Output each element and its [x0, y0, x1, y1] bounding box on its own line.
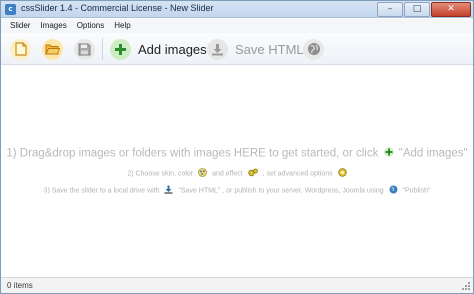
save-html-button[interactable]: Save HTML	[207, 37, 304, 61]
menu-help[interactable]: Help	[109, 19, 135, 33]
step-2-text-b: and effect	[212, 170, 243, 178]
app-window: c cssSlider 1.4 - Commercial License - N…	[0, 0, 474, 294]
gears-icon	[247, 168, 258, 179]
title-bar[interactable]: c cssSlider 1.4 - Commercial License - N…	[1, 1, 473, 18]
status-bar: 0 items	[1, 277, 473, 293]
settings-gear-icon	[337, 168, 347, 179]
add-images-label: Add images	[138, 41, 207, 57]
open-folder-icon	[42, 38, 63, 60]
instruction-step-1: 1) Drag&drop images or folders with imag…	[1, 147, 473, 160]
step-1-text: 1) Drag&drop images or folders with imag…	[6, 147, 379, 160]
maximize-button[interactable]: □	[404, 2, 430, 17]
app-logo-icon: c	[5, 4, 16, 15]
step-3-text-a: 3) Save the slider to a local drive with	[43, 187, 160, 195]
window-controls: – □ ✕	[376, 2, 471, 17]
step-1-add-images-link[interactable]: "Add images"	[399, 148, 468, 160]
resize-grip-icon[interactable]	[461, 281, 471, 291]
save-html-label: Save HTML	[235, 41, 304, 57]
step-2-text-a: 2) Choose skin, color	[127, 170, 194, 178]
menu-options[interactable]: Options	[72, 19, 110, 33]
items-count: 0 items	[7, 281, 33, 290]
step-2-text-c: , set advanced options	[262, 170, 333, 178]
save-slider-button[interactable]	[74, 37, 95, 61]
new-document-icon	[10, 38, 31, 60]
menu-slider[interactable]: Slider	[5, 19, 35, 33]
minimize-button[interactable]: –	[377, 2, 403, 17]
menu-bar: Slider Images Options Help	[1, 19, 473, 33]
close-button[interactable]: ✕	[431, 2, 471, 17]
add-images-button[interactable]: Add images	[110, 37, 207, 61]
toolbar-separator	[102, 38, 103, 60]
step-3-publish-link[interactable]: "Publish"	[403, 187, 431, 194]
plus-icon	[383, 147, 394, 160]
instruction-step-2: 2) Choose skin, color and effect , set a…	[1, 168, 473, 179]
download-icon	[207, 38, 228, 60]
menu-images[interactable]: Images	[35, 19, 71, 33]
step-3-text-b: "Save HTML" , or publish to your server,…	[178, 187, 384, 195]
instruction-step-3: 3) Save the slider to a local drive with…	[1, 185, 473, 196]
drop-area[interactable]: 1) Drag&drop images or folders with imag…	[1, 66, 473, 276]
plus-icon	[110, 38, 131, 60]
palette-icon	[198, 168, 208, 179]
publish-button[interactable]	[303, 37, 324, 61]
globe-icon	[303, 38, 324, 60]
save-disk-icon	[74, 38, 95, 60]
toolbar: Add images Save HTML	[1, 33, 473, 65]
open-slider-button[interactable]	[42, 37, 63, 61]
new-slider-button[interactable]	[10, 37, 31, 61]
download-icon	[164, 185, 173, 196]
window-title: cssSlider 1.4 - Commercial License - New…	[21, 3, 214, 13]
globe-icon	[389, 185, 398, 196]
